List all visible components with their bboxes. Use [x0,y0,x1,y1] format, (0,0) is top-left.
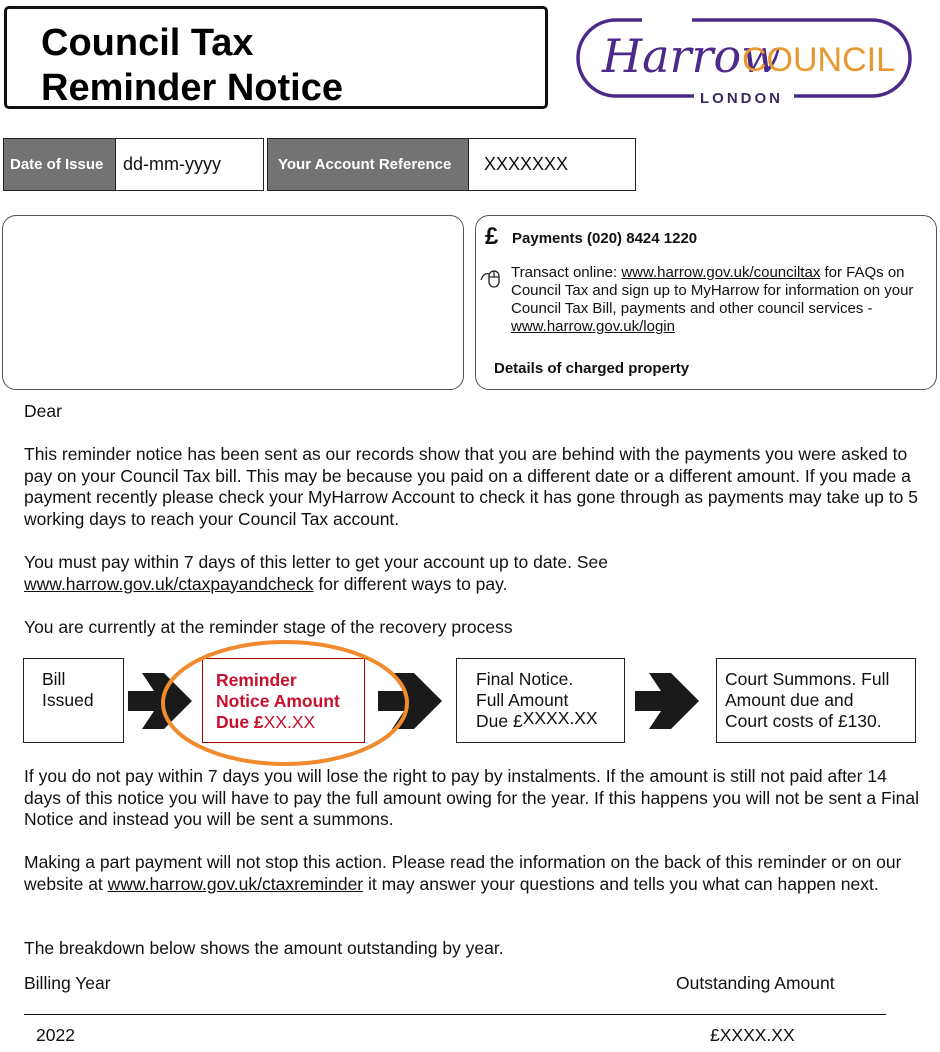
title-line-2: Reminder Notice [41,67,343,109]
date-of-issue-value: dd-mm-yyyy [115,138,264,191]
address-box [2,215,464,390]
para2-prefix: You must pay within 7 days of this lette… [24,552,609,572]
stage-line: Court costs of £130. [725,711,882,731]
paragraph-lose-instalments: If you do not pay within 7 days you will… [24,766,919,829]
title-line-1: Council Tax [41,22,254,64]
ctaxreminder-link[interactable]: www.harrow.gov.uk/ctaxreminder [108,874,363,894]
paragraph-part-payment: Making a part payment will not stop this… [24,852,924,895]
breakdown-intro: The breakdown below shows the amount out… [24,938,504,958]
date-of-issue-label: Date of Issue [3,138,116,191]
harrow-council-logo: Harrow COUNCIL LONDON [576,18,912,107]
account-reference-label: Your Account Reference [267,138,469,191]
online-services-text: Transact online: www.harrow.gov.uk/counc… [511,264,921,336]
counciltax-link[interactable]: www.harrow.gov.uk/counciltax [621,264,820,281]
para2-suffix: for different ways to pay. [313,573,508,594]
arrow-right-icon [635,673,699,729]
mouse-icon [480,270,500,288]
payments-phone: Payments (020) 8424 1220 [512,230,698,247]
stage-line: Court Summons. Full [725,669,890,689]
salutation: Dear [24,401,62,421]
paragraph-behind-payments: This reminder notice has been sent as ou… [24,444,918,529]
amount-prefix: Due £ [476,711,523,731]
stage-line: Issued [42,690,94,710]
column-header-billing-year: Billing Year [24,973,111,993]
stage-court-summons: Court Summons. Full Amount due and Court… [716,658,916,743]
stage-bill-issued: Bill Issued [23,658,124,743]
table-row-year: 2022 [36,1025,75,1045]
account-reference-value: XXXXXXX [468,138,636,191]
stage-final-notice: Final Notice. Full Amount Due £XXXX.XX [456,658,625,743]
charged-property-label: Details of charged property [494,360,690,377]
payments-info-box: £ Payments (020) 8424 1220 Transact onli… [475,215,937,390]
logo-council-text: COUNCIL [742,41,895,79]
paragraph-pay-within: You must pay within 7 days of this lette… [24,552,924,595]
para4-suffix: it may answer your questions and tells y… [363,873,879,894]
stage-line: Bill [42,669,66,689]
stage-intro: You are currently at the reminder stage … [24,617,513,637]
login-link[interactable]: www.harrow.gov.uk/login [511,318,675,335]
final-amount: XXXX.XX [522,708,598,728]
stage-line: Final Notice. [476,669,574,689]
online-prefix: Transact online: [511,264,622,281]
current-stage-highlight-ellipse [161,640,409,766]
logo-london-text: LONDON [700,90,783,107]
notice-title-box: Council Tax Reminder Notice [4,6,548,109]
table-divider [24,1014,886,1015]
pound-icon: £ [485,223,499,250]
ctaxpayandcheck-link[interactable]: www.harrow.gov.uk/ctaxpayandcheck [24,574,314,594]
stage-line: Due £XXXX.XX [476,708,624,732]
table-row-amount: £XXXX.XX [710,1025,795,1045]
stage-line: Amount due and [725,690,854,710]
column-header-outstanding-amount: Outstanding Amount [676,973,835,993]
